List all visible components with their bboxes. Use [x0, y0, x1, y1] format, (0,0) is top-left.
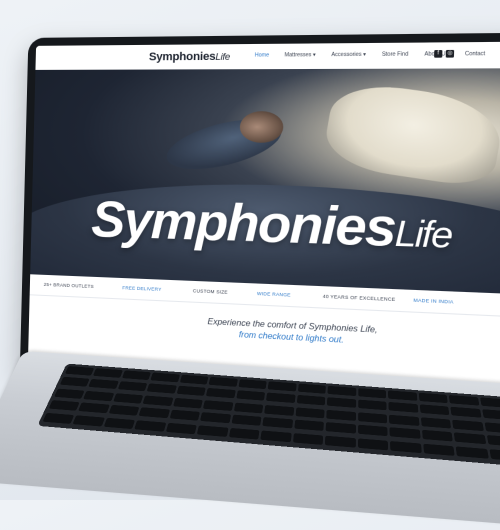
keyboard-key: [176, 385, 207, 397]
keyboard-key: [357, 399, 387, 411]
keyboard-key: [421, 429, 453, 442]
feature-excellence: 40 YEARS OF EXCELLENCE: [322, 293, 396, 303]
keyboard-key: [455, 446, 489, 459]
keyboard-key: [179, 374, 209, 385]
keyboard-key: [208, 376, 238, 387]
keyboard-key: [357, 388, 387, 399]
keyboard-key: [295, 407, 325, 419]
feature-made-in-india: MADE IN INDIA: [413, 297, 454, 305]
keyboard-key: [357, 424, 388, 437]
keyboard-key: [134, 419, 167, 432]
keyboard-key: [146, 383, 177, 394]
keyboard-key: [389, 414, 420, 426]
keyboard-key: [488, 448, 500, 462]
keyboard-key: [296, 395, 326, 406]
keyboard-key: [138, 407, 170, 419]
keyboard-key: [48, 400, 81, 411]
keyboard-key: [453, 432, 486, 445]
social-icons: f ◎: [434, 49, 455, 58]
keyboard-key: [448, 395, 479, 406]
keyboard-key: [231, 414, 262, 426]
keyboard-key: [142, 395, 174, 406]
keyboard-key: [388, 390, 417, 401]
keyboard-key: [200, 412, 231, 424]
feature-brand-outlets: 25+ BRAND OUTLETS: [43, 281, 94, 290]
keyboard-key: [260, 430, 292, 442]
keyboard-key: [228, 427, 260, 440]
keyboard-key: [389, 427, 421, 439]
keyboard-key: [483, 422, 500, 434]
keyboard-key: [390, 440, 422, 453]
hero-logo: SymphoniesLife: [91, 190, 453, 261]
keyboard-key: [452, 419, 484, 431]
keyboard-key: [165, 422, 198, 434]
keyboard-key: [83, 390, 115, 402]
keyboard-key: [238, 379, 268, 390]
feature-wide-range: WIDE RANGE: [256, 290, 291, 298]
keyboard-key: [420, 417, 452, 429]
site-header: SymphoniesLife Home Mattresses ▾ Accesso…: [35, 41, 500, 70]
keyboard-key: [197, 424, 229, 437]
keyboard-key: [236, 390, 266, 401]
keyboard-key: [294, 419, 325, 432]
nav-item-mattresses[interactable]: Mattresses ▾: [284, 52, 315, 59]
site-logo-sub: Life: [215, 51, 231, 63]
keyboard-key: [357, 412, 388, 424]
keyboard-key: [88, 379, 119, 390]
keyboard-key: [388, 402, 418, 414]
feature-free-delivery: FREE DELIVERY: [122, 285, 162, 292]
keyboard-key: [150, 372, 180, 383]
hero-banner: SymphoniesLife: [30, 68, 500, 297]
keyboard-key: [59, 377, 90, 388]
keyboard-key: [93, 368, 123, 378]
keyboard-key: [486, 435, 500, 448]
keyboard-key: [78, 402, 110, 414]
keyboard-key: [73, 414, 106, 427]
keyboard-key: [121, 370, 152, 381]
keyboard-key: [42, 412, 75, 424]
keyboard-key: [108, 405, 140, 416]
nav-item-home[interactable]: Home: [255, 52, 270, 58]
laptop-screen: SymphoniesLife Home Mattresses ▾ Accesso…: [27, 41, 500, 405]
nav-item-store-find[interactable]: Store Find: [382, 51, 409, 58]
hero-logo-main: Symphonies: [90, 190, 396, 258]
keyboard-key: [262, 417, 293, 429]
keyboard-key: [117, 381, 148, 392]
keyboard-key: [325, 435, 356, 448]
keyboard-key: [479, 397, 500, 408]
keyboard-key: [325, 422, 356, 434]
keyboard-key: [103, 417, 136, 429]
keyboard-key: [233, 402, 264, 414]
hero-logo-sub: Life: [394, 213, 453, 257]
site-logo[interactable]: SymphoniesLife: [148, 50, 231, 64]
keyboard-key: [422, 443, 455, 456]
feature-custom-size: CUSTOM SIZE: [192, 288, 228, 295]
nav-item-contact[interactable]: Contact: [465, 51, 486, 58]
keyboard-key: [419, 404, 450, 416]
keyboard-key: [327, 397, 356, 409]
keyboard-key: [173, 397, 204, 409]
keyboard-key: [264, 404, 295, 416]
keyboard-key: [292, 432, 324, 445]
hero-pillow: [321, 79, 500, 190]
keyboard-key: [418, 392, 448, 404]
keyboard-key: [481, 409, 500, 421]
keyboard-key: [357, 437, 389, 450]
keyboard-key: [327, 385, 356, 397]
keyboard-key: [266, 392, 296, 404]
keyboard-key: [54, 388, 86, 399]
keyboard-key: [450, 407, 482, 419]
keyboard-key: [64, 366, 95, 376]
keyboard-key: [113, 393, 144, 404]
nav-item-accessories[interactable]: Accessories ▾: [331, 52, 366, 59]
keyboard-key: [206, 388, 236, 399]
keyboard-key: [297, 383, 327, 394]
keyboard-key: [169, 409, 201, 421]
site-logo-main: Symphonies: [148, 50, 216, 64]
keyboard-key: [203, 400, 234, 411]
instagram-icon[interactable]: ◎: [445, 49, 455, 58]
facebook-icon[interactable]: f: [434, 50, 443, 58]
keyboard-key: [326, 409, 356, 421]
keyboard-key: [267, 381, 297, 392]
